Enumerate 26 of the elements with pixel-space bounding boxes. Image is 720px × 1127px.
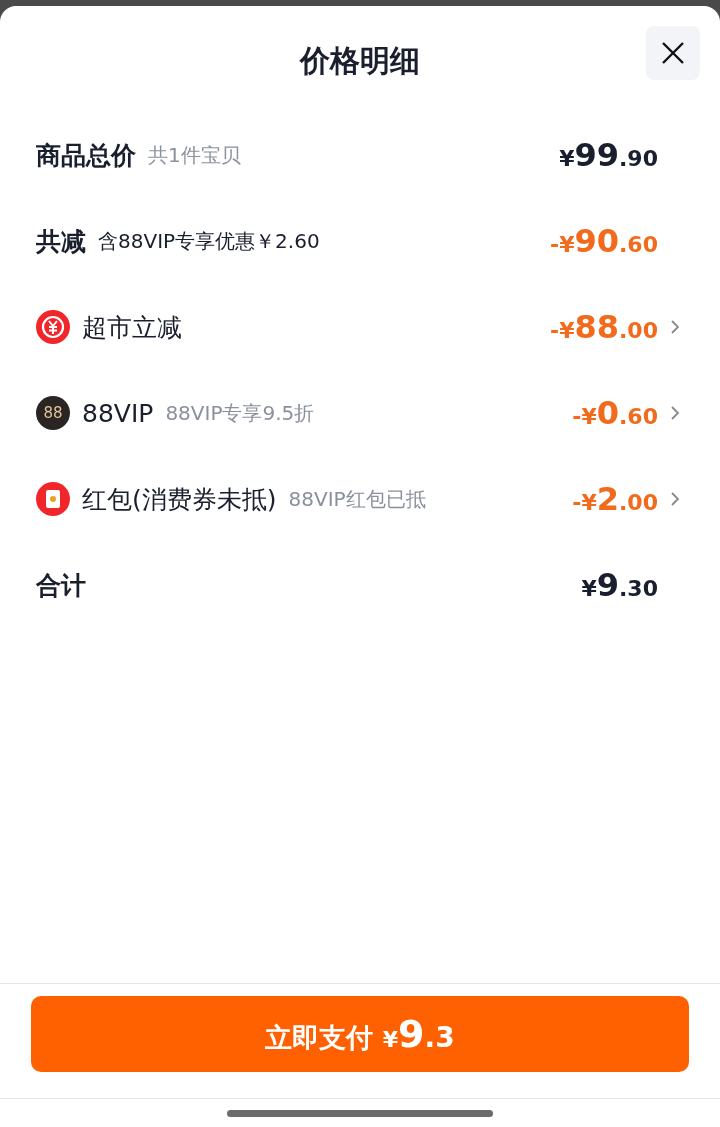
row-note: 88VIP专享9.5折 — [165, 399, 315, 427]
close-button[interactable] — [646, 26, 700, 80]
chevron-right-icon[interactable] — [670, 491, 680, 507]
sheet-title: 价格明细 — [300, 41, 420, 80]
price-amount: -¥2.00 — [572, 480, 658, 518]
row-note: 共1件宝贝 — [148, 141, 241, 169]
price-amount: -¥88.00 — [550, 308, 658, 346]
coin-icon — [36, 310, 70, 344]
row-note: 含88VIP专享优惠￥2.60 — [98, 227, 320, 255]
chevron-right-icon[interactable] — [670, 319, 680, 335]
row-note: 88VIP红包已抵 — [288, 485, 426, 513]
row-label: 红包(消费券未抵) — [82, 483, 277, 516]
price-amount: -¥90.60 — [550, 222, 658, 260]
price-amount: -¥0.60 — [572, 394, 658, 432]
vip-badge: 88 — [36, 396, 70, 430]
row-label: 商品总价 — [36, 139, 136, 172]
envelope-icon — [36, 482, 70, 516]
row-label: 共减 — [36, 225, 86, 258]
pay-now-button[interactable]: 立即支付 ¥9.3 — [31, 996, 689, 1072]
row-label: 88VIP — [82, 398, 154, 428]
row-label: 合计 — [36, 569, 86, 602]
price-amount: ¥99.90 — [559, 136, 658, 174]
chevron-right-icon[interactable] — [670, 405, 680, 421]
price-amount: ¥9.30 — [581, 566, 658, 604]
row-label: 超市立减 — [82, 311, 182, 344]
close-icon — [660, 40, 686, 66]
